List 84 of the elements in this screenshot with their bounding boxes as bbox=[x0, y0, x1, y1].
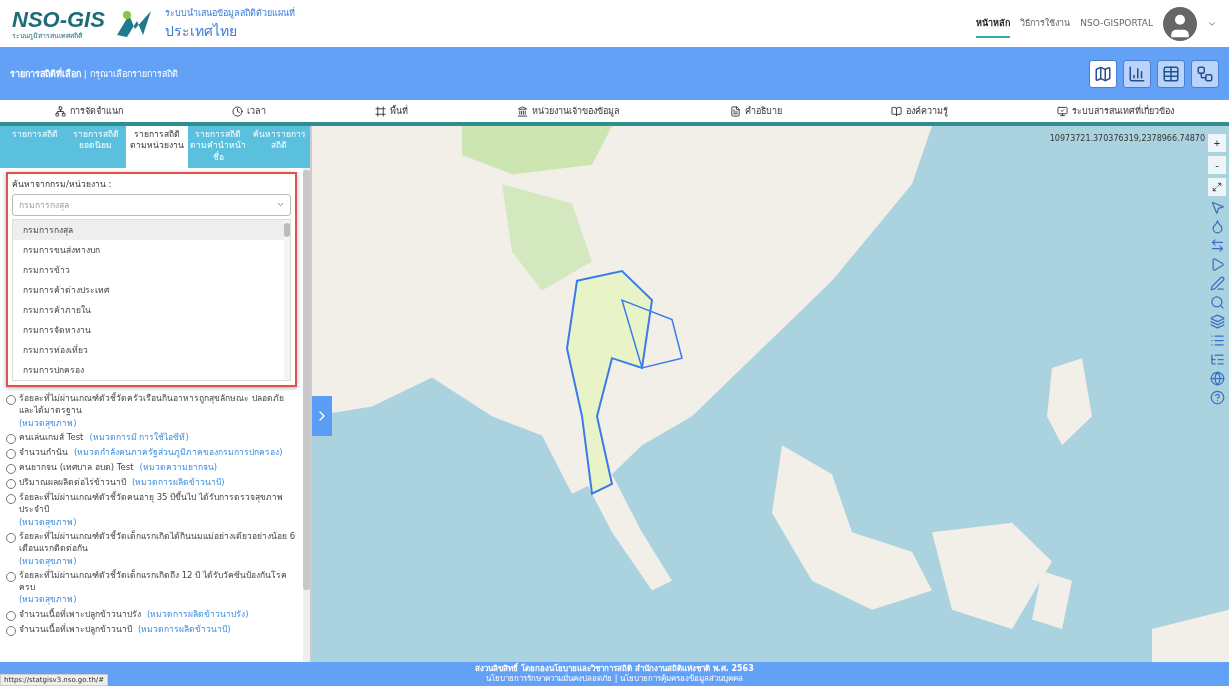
filter-button[interactable]: ระบบสารสนเทศที่เกี่ยวข้อง bbox=[1057, 104, 1175, 118]
zoom-out-button[interactable]: - bbox=[1208, 156, 1226, 174]
statistic-name: ปริมาณผลผลิตต่อไร่ข้าวนาปี bbox=[19, 475, 126, 489]
category-link[interactable]: (หมวดสุขภาพ) bbox=[19, 593, 77, 606]
field-label: ค้นหาจากกรม/หน่วยงาน : bbox=[12, 178, 113, 191]
statistic-name: จำนวนเนื้อที่เพาะปลูกข้าวนาปี bbox=[19, 622, 132, 636]
radio-button[interactable] bbox=[6, 395, 16, 405]
scrollbar-thumb[interactable] bbox=[303, 170, 310, 590]
flow-icon bbox=[1196, 64, 1214, 83]
selected-statistics-text: รายการสถิติที่เลือก | กรุณาเลือกรายการสถิติ bbox=[10, 66, 178, 81]
category-link[interactable]: (หมวดการผลิตข้าวนาปรัง) bbox=[147, 607, 249, 621]
filter-button[interactable]: พื้นที่ bbox=[375, 104, 409, 118]
document-icon bbox=[729, 105, 741, 117]
category-link[interactable]: (หมวดการผลิตข้าวนาปี) bbox=[138, 622, 231, 636]
statistic-name: ร้อยละที่ไม่ผ่านเกณฑ์ตัวชี้วัดเด็กแรกเกิดได้กินนมแม่อย่างเดียวอย่างน้อย 6 เดือนแรกติดต่อกัน bbox=[19, 529, 297, 555]
radio-button[interactable] bbox=[6, 433, 16, 444]
bar-chart-icon bbox=[1128, 64, 1146, 83]
help-icon[interactable] bbox=[1209, 390, 1225, 405]
globe-icon[interactable] bbox=[1209, 371, 1225, 386]
bank-icon bbox=[517, 105, 529, 117]
statistic-name: คนยากจน (เทศบาล อบต) Test bbox=[19, 460, 134, 474]
dropdown-option[interactable]: กรมการกงสุล bbox=[13, 220, 284, 240]
filter-button[interactable]: เวลา bbox=[231, 104, 266, 118]
app-subtitle: ระบบนำเสนอข้อมูลสถิติด้วยแผนที่ bbox=[164, 6, 295, 20]
scrollbar-thumb[interactable] bbox=[284, 223, 290, 237]
statistic-name: จำนวนเนื้อที่เพาะปลูกข้าวนาปรัง bbox=[19, 607, 141, 621]
nav-link[interactable]: วิธีการใช้งาน bbox=[1020, 9, 1071, 38]
logo: NSO-GIS bbox=[12, 7, 105, 32]
map-view-button[interactable] bbox=[1089, 59, 1117, 88]
legend-icon[interactable] bbox=[1209, 352, 1225, 367]
swipe-icon[interactable] bbox=[1209, 238, 1225, 253]
zoom-in-button[interactable]: + bbox=[1208, 134, 1226, 152]
layers-icon[interactable] bbox=[1209, 314, 1225, 329]
table-view-button[interactable] bbox=[1157, 59, 1185, 88]
chart-view-button[interactable] bbox=[1123, 59, 1151, 88]
pointer-icon[interactable] bbox=[1209, 200, 1225, 215]
search-icon[interactable] bbox=[1209, 295, 1225, 310]
category-link[interactable]: (หมวดความยากจน) bbox=[139, 460, 218, 474]
radio-button[interactable] bbox=[6, 625, 16, 636]
statistic-name: ร้อยละที่ไม่ผ่านเกณฑ์ตัวชี้วัดเด็กแรกเกิดถึง 12 ปี ได้รับวัคซีนป้องกันโรคครบ bbox=[19, 568, 288, 594]
sidebar-tab[interactable]: รายการสถิติตามหน่วยงาน bbox=[126, 126, 188, 168]
filter-button[interactable]: การจัดจำแนก bbox=[54, 104, 123, 118]
clock-icon bbox=[231, 105, 243, 117]
flow-view-button[interactable] bbox=[1191, 59, 1219, 88]
radio-button[interactable] bbox=[6, 610, 16, 621]
nav-link[interactable]: หน้าหลัก bbox=[976, 9, 1011, 38]
drop-icon[interactable] bbox=[1209, 219, 1225, 234]
radio-button[interactable] bbox=[6, 571, 16, 582]
frame-icon bbox=[375, 105, 387, 117]
play-icon[interactable] bbox=[1209, 257, 1225, 272]
monitor-icon bbox=[1057, 105, 1069, 117]
caret-icon bbox=[276, 200, 285, 209]
statistic-name: ร้อยละที่ไม่ผ่านเกณฑ์ตัวชี้วัดคนอายุ 35 ปีขึ้นไป ได้รับการตรวจสุขภาพประจำปี bbox=[19, 490, 284, 516]
statistic-name: ร้อยละที่ไม่ผ่านเกณฑ์ตัวชี้วัดครัวเรือนกินอาหารถูกสุขลักษณะ ปลอดภัยและได้มาตรฐาน bbox=[19, 392, 285, 417]
category-link[interactable]: (หมวดการมี การใช้ไอซีที) bbox=[89, 430, 189, 444]
radio-button[interactable] bbox=[6, 448, 16, 459]
radio-button[interactable] bbox=[6, 463, 16, 474]
radio-button[interactable] bbox=[6, 478, 16, 489]
pen-icon[interactable] bbox=[1209, 276, 1225, 291]
fullscreen-button[interactable] bbox=[1208, 178, 1226, 196]
list-icon[interactable] bbox=[1209, 333, 1225, 348]
radio-button[interactable] bbox=[6, 493, 16, 504]
copyright-text: สงวนลิขสิทธิ์ โดยกองนโยบายและวิชาการสถิติ สำนักงานสถิติแห่งชาติ พ.ศ. 2563 bbox=[475, 664, 754, 674]
expand-icon bbox=[1212, 182, 1222, 192]
app-title: ประเทศไทย bbox=[164, 21, 238, 41]
category-link[interactable]: (หมวดสุขภาพ) bbox=[19, 515, 77, 528]
table-icon bbox=[1162, 64, 1180, 83]
map-icon bbox=[1094, 64, 1112, 83]
radio-button[interactable] bbox=[6, 532, 16, 543]
agency-search-field[interactable]: กรมการกงสุล bbox=[12, 194, 291, 216]
statistic-name: จำนวนกำนัน bbox=[19, 445, 68, 459]
coordinates-text: 10973721.370376319,2378966.74870 bbox=[1049, 134, 1205, 143]
filter-button[interactable]: องค์ความรู้ bbox=[891, 104, 949, 118]
hierarchy-icon bbox=[54, 105, 66, 117]
avatar-icon[interactable] bbox=[1163, 6, 1197, 41]
statistic-name: คนเล่นเกมส์ Test bbox=[19, 430, 84, 444]
book-icon bbox=[891, 105, 903, 117]
nav-link[interactable]: NSO-GISPORTAL bbox=[1080, 11, 1153, 36]
filter-button[interactable]: คำอธิบาย bbox=[729, 104, 782, 118]
category-link[interactable]: (หมวดกำลังคนภาครัฐส่วนภูมิภาคของกรมการปกครอง) bbox=[74, 445, 283, 459]
category-link[interactable]: (หมวดสุขภาพ) bbox=[19, 416, 77, 429]
filter-button[interactable]: หน่วยงานเจ้าของข้อมูล bbox=[517, 104, 621, 118]
category-link[interactable]: (หมวดสุขภาพ) bbox=[19, 554, 77, 567]
category-link[interactable]: (หมวดการผลิตข้าวนาปี) bbox=[132, 475, 225, 489]
